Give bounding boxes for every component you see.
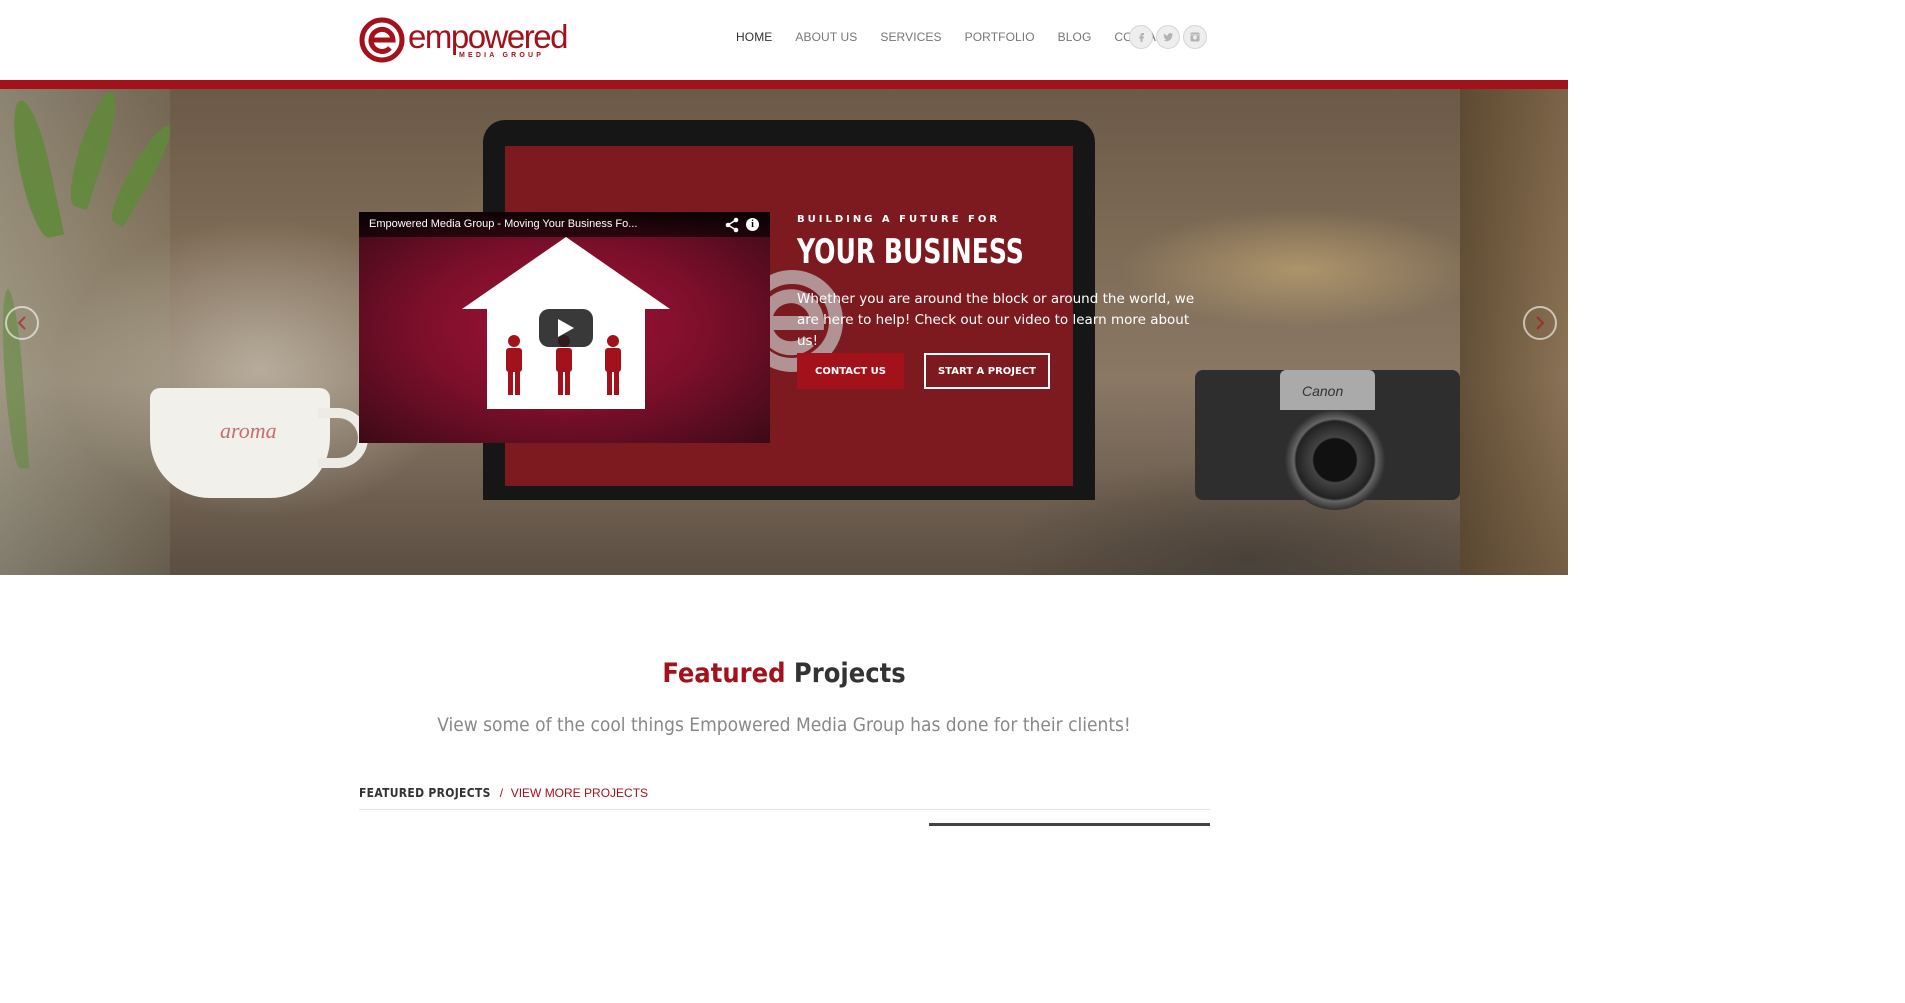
- project-thumbnail[interactable]: [929, 823, 1210, 826]
- video-title-bar: Empowered Media Group - Moving Your Busi…: [359, 212, 770, 237]
- instagram-button[interactable]: [1183, 25, 1207, 49]
- featured-heading-word2: Projects: [793, 658, 906, 689]
- nav-about-us[interactable]: ABOUT US: [795, 30, 857, 46]
- nav-services[interactable]: SERVICES: [880, 30, 941, 46]
- start-project-button[interactable]: START A PROJECT: [924, 353, 1050, 389]
- hero-kicker: BUILDING A FUTURE FOR: [797, 214, 1001, 225]
- video-title[interactable]: Empowered Media Group - Moving Your Busi…: [369, 218, 637, 230]
- slider-next-button[interactable]: [1523, 306, 1557, 340]
- featured-projects-label: FEATURED PROJECTS: [359, 786, 491, 800]
- breadcrumb-separator: /: [499, 786, 504, 800]
- main-nav: HOME ABOUT US SERVICES PORTFOLIO BLOG CO…: [736, 30, 1195, 46]
- chevron-left-icon: [17, 316, 26, 330]
- logo-e-icon: [359, 17, 405, 63]
- play-button[interactable]: [539, 309, 593, 347]
- facebook-button[interactable]: [1129, 25, 1153, 49]
- nav-portfolio[interactable]: PORTFOLIO: [965, 30, 1035, 46]
- featured-heading-word1: Featured: [662, 658, 786, 689]
- facebook-icon: [1139, 33, 1144, 42]
- view-more-projects-link[interactable]: VIEW MORE PROJECTS: [511, 786, 648, 800]
- share-icon[interactable]: [724, 217, 740, 233]
- header-accent-bar: [0, 80, 1568, 89]
- camera-lens: [1285, 410, 1385, 510]
- instagram-icon: [1190, 32, 1200, 42]
- logo-subtitle: MEDIA GROUP: [459, 52, 545, 59]
- twitter-button[interactable]: [1156, 25, 1180, 49]
- nav-home[interactable]: HOME: [736, 30, 772, 46]
- featured-heading: Featured Projects: [0, 658, 1568, 689]
- hero-description: Whether you are around the block or arou…: [797, 291, 1195, 349]
- hero-title: YOUR BUSINESS: [797, 232, 1024, 272]
- featured-subheading: View some of the cool things Empowered M…: [437, 714, 1131, 736]
- video-player[interactable]: Empowered Media Group - Moving Your Busi…: [359, 212, 770, 443]
- info-icon[interactable]: i: [746, 218, 759, 231]
- nav-blog[interactable]: BLOG: [1058, 30, 1092, 46]
- coffee-cup-image: aroma: [150, 388, 330, 498]
- featured-projects-bar: FEATURED PROJECTS / VIEW MORE PROJECTS: [359, 786, 1210, 810]
- site-header: empowered MEDIA GROUP HOME ABOUT US SERV…: [0, 0, 1568, 80]
- chevron-right-icon: [1536, 316, 1545, 330]
- logo[interactable]: empowered MEDIA GROUP: [359, 15, 569, 67]
- play-icon: [558, 319, 574, 337]
- slider-prev-button[interactable]: [5, 306, 39, 340]
- camera-brand: Canon: [1302, 383, 1344, 399]
- cup-print: aroma: [220, 418, 277, 443]
- twitter-icon: [1163, 33, 1173, 42]
- logo-wordmark: empowered: [408, 18, 568, 55]
- social-links: [1129, 25, 1210, 49]
- contact-us-button[interactable]: CONTACT US: [797, 353, 904, 389]
